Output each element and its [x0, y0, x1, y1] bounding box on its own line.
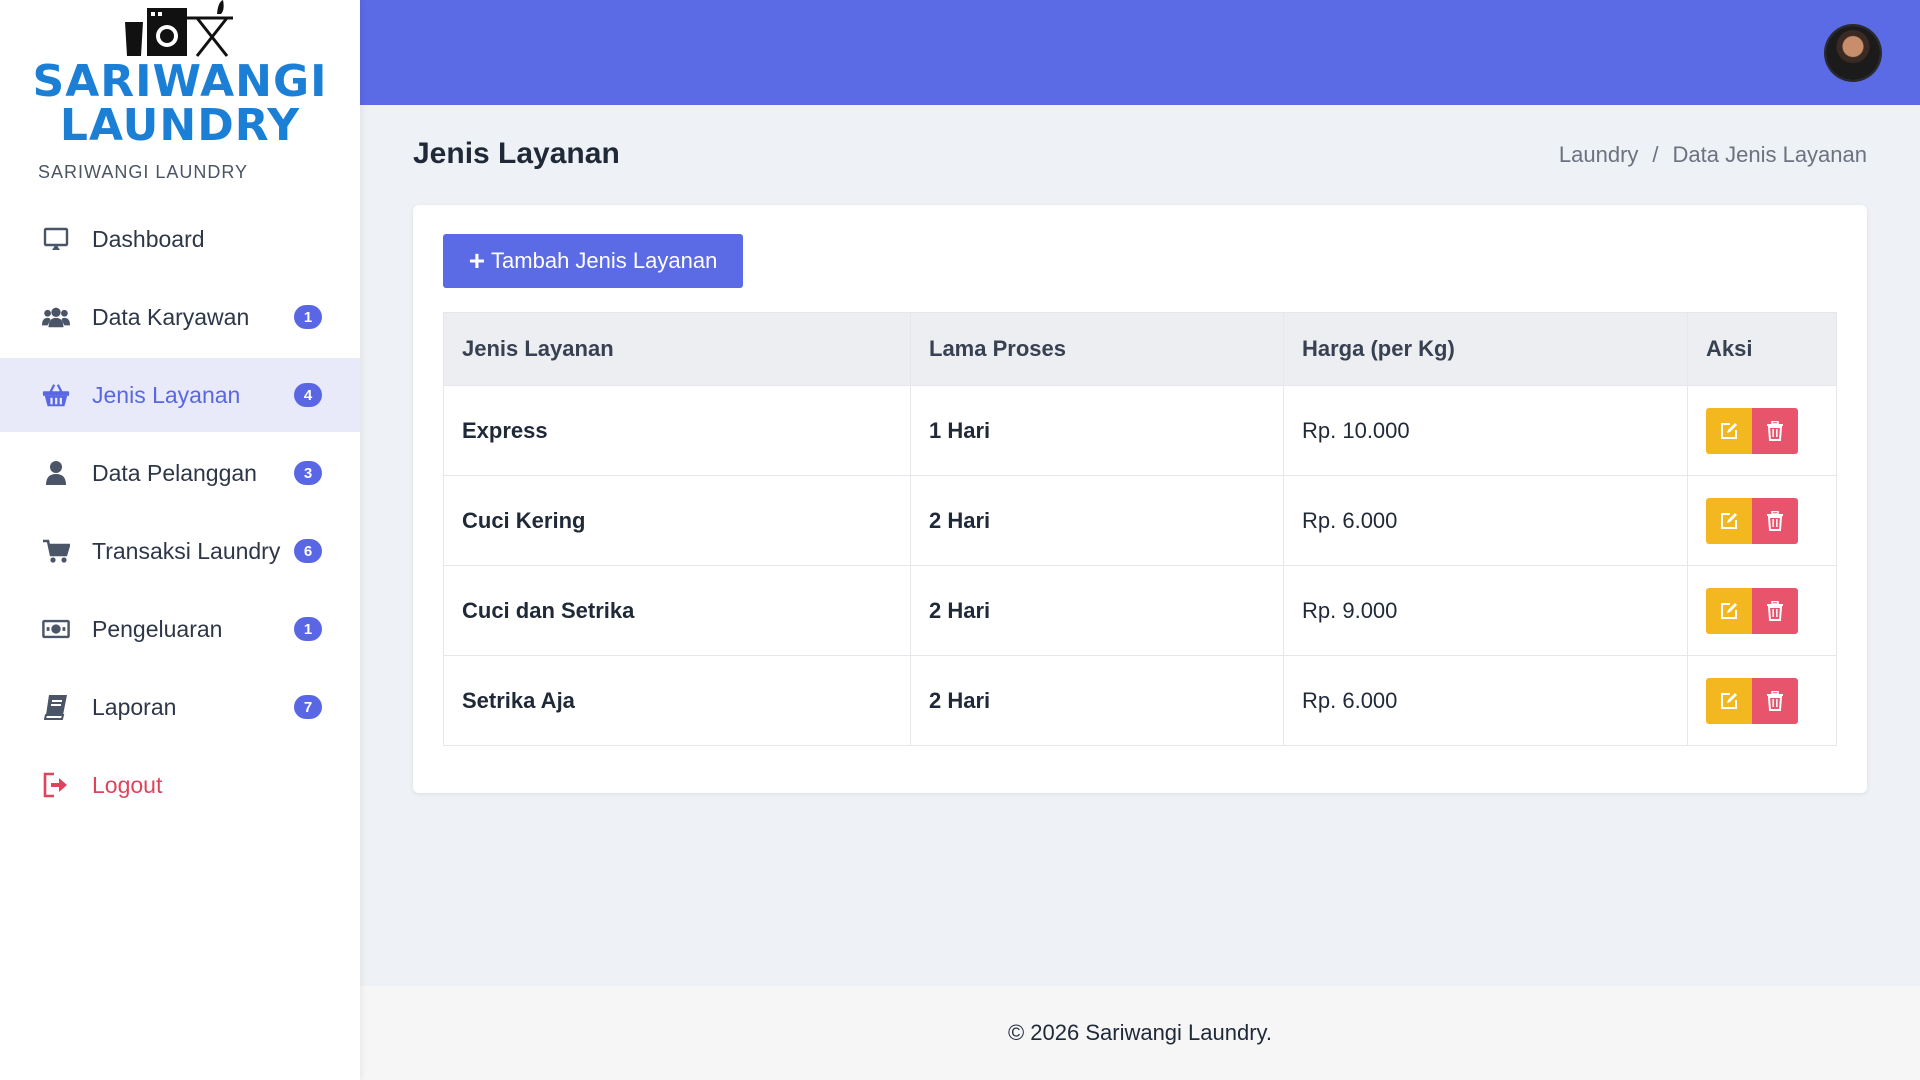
table-row: Cuci dan Setrika 2 Hari Rp. 9.000	[443, 565, 1837, 656]
service-price: Rp. 9.000	[1283, 565, 1688, 656]
brand-subtitle: SARIWANGI LAUNDRY	[38, 162, 249, 182]
breadcrumb-current: Data Jenis Layanan	[1672, 142, 1867, 167]
table-header-row: Jenis Layanan Lama Proses Harga (per Kg)…	[443, 312, 1837, 386]
brand: SARIWANGI LAUNDRY SARIWANGI LAUNDRY	[0, 0, 360, 195]
sidebar-item-label: Logout	[92, 771, 163, 798]
service-duration: 2 Hari	[910, 475, 1284, 566]
edit-icon	[1721, 692, 1737, 709]
delete-button[interactable]	[1752, 677, 1798, 724]
sidebar-item-badge: 7	[294, 695, 322, 719]
service-name: Cuci Kering	[443, 475, 911, 566]
service-price: Rp. 6.000	[1283, 475, 1688, 566]
trash-icon	[1767, 600, 1783, 621]
sidebar-item-badge: 6	[294, 539, 322, 563]
footer-copyright: © 2026 Sariwangi Laundry.	[1007, 1020, 1273, 1045]
sidebar-item-label: Pengeluaran	[92, 615, 223, 642]
sidebar-item-pengeluaran[interactable]: Pengeluaran 1	[0, 592, 360, 666]
sidebar-item-label: Laporan	[92, 693, 177, 720]
edit-icon	[1721, 422, 1737, 439]
sidebar-item-data-karyawan[interactable]: Data Karyawan 1	[0, 280, 360, 354]
delete-button[interactable]	[1752, 587, 1798, 634]
row-actions	[1687, 475, 1837, 566]
edit-icon	[1721, 602, 1737, 619]
service-duration: 2 Hari	[910, 565, 1284, 656]
brand-wordmark-line2: LAUNDRY	[59, 100, 301, 151]
delete-button[interactable]	[1752, 497, 1798, 544]
breadcrumb-separator: /	[1652, 142, 1659, 167]
monitor-icon	[42, 226, 70, 252]
sidebar-item-label: Data Pelanggan	[92, 459, 257, 486]
trash-icon	[1767, 510, 1783, 531]
add-service-button[interactable]: + Tambah Jenis Layanan	[443, 234, 743, 288]
service-duration: 1 Hari	[910, 385, 1284, 476]
footer: © 2026 Sariwangi Laundry.	[360, 986, 1920, 1080]
sidebar-item-label: Data Karyawan	[92, 303, 250, 330]
plus-icon: +	[468, 245, 486, 276]
cart-icon	[42, 538, 70, 564]
users-icon	[42, 304, 70, 330]
sidebar-nav: Dashboard Data Karyawan 1 Jenis Layanan …	[0, 202, 360, 826]
topbar	[360, 0, 1920, 105]
brand-wordmark: SARIWANGI LAUNDRY	[0, 60, 360, 148]
row-actions	[1687, 385, 1837, 476]
user-avatar[interactable]	[1826, 26, 1880, 80]
service-name: Setrika Aja	[443, 655, 911, 746]
money-icon	[42, 616, 70, 642]
sidebar-item-badge: 1	[294, 305, 322, 329]
services-table: Jenis Layanan Lama Proses Harga (per Kg)…	[443, 312, 1837, 746]
logout-icon	[42, 772, 70, 798]
sidebar-item-dashboard[interactable]: Dashboard	[0, 202, 360, 276]
column-header-lama-proses: Lama Proses	[910, 312, 1284, 386]
table-row: Cuci Kering 2 Hari Rp. 6.000	[443, 475, 1837, 566]
sidebar-item-data-pelanggan[interactable]: Data Pelanggan 3	[0, 436, 360, 510]
breadcrumb-laundry[interactable]: Laundry	[1559, 142, 1639, 168]
sidebar-item-transaksi-laundry[interactable]: Transaksi Laundry 6	[0, 514, 360, 588]
edit-button[interactable]	[1706, 587, 1752, 634]
book-icon	[42, 694, 70, 720]
service-price: Rp. 10.000	[1283, 385, 1688, 476]
column-header-harga: Harga (per Kg)	[1283, 312, 1688, 386]
row-actions	[1687, 655, 1837, 746]
trash-icon	[1767, 690, 1783, 711]
app: SARIWANGI LAUNDRY SARIWANGI LAUNDRY Dash…	[0, 0, 1920, 1080]
basket-icon	[42, 382, 70, 408]
edit-button[interactable]	[1706, 677, 1752, 724]
service-duration: 2 Hari	[910, 655, 1284, 746]
breadcrumb: Laundry / Data Jenis Layanan	[1559, 142, 1867, 168]
column-header-aksi: Aksi	[1687, 312, 1837, 386]
trash-icon	[1767, 420, 1783, 441]
service-name: Cuci dan Setrika	[443, 565, 911, 656]
column-header-jenis-layanan: Jenis Layanan	[443, 312, 911, 386]
sidebar-item-label: Dashboard	[92, 225, 205, 252]
services-card: + Tambah Jenis Layanan Jenis Layanan Lam…	[413, 205, 1867, 793]
edit-icon	[1721, 512, 1737, 529]
row-actions	[1687, 565, 1837, 656]
brand-wordmark-line1: SARIWANGI	[32, 56, 328, 107]
sidebar-item-label: Transaksi Laundry	[92, 537, 281, 564]
delete-button[interactable]	[1752, 407, 1798, 454]
laundry-machine-iron-icon	[125, 0, 233, 57]
edit-button[interactable]	[1706, 497, 1752, 544]
add-service-label: Tambah Jenis Layanan	[491, 248, 718, 273]
service-name: Express	[443, 385, 911, 476]
sidebar-item-jenis-layanan[interactable]: Jenis Layanan 4	[0, 358, 360, 432]
sidebar-item-label: Jenis Layanan	[92, 381, 241, 408]
sidebar-item-badge: 4	[294, 383, 322, 407]
table-row: Setrika Aja 2 Hari Rp. 6.000	[443, 655, 1837, 746]
page-title: Jenis Layanan	[413, 137, 620, 170]
sidebar-item-logout[interactable]: Logout	[0, 748, 360, 822]
edit-button[interactable]	[1706, 407, 1752, 454]
service-price: Rp. 6.000	[1283, 655, 1688, 746]
sidebar-item-badge: 3	[294, 461, 322, 485]
sidebar-item-laporan[interactable]: Laporan 7	[0, 670, 360, 744]
sidebar-item-badge: 1	[294, 617, 322, 641]
table-row: Express 1 Hari Rp. 10.000	[443, 385, 1837, 476]
sidebar: SARIWANGI LAUNDRY SARIWANGI LAUNDRY Dash…	[0, 0, 360, 1080]
user-icon	[42, 460, 70, 486]
